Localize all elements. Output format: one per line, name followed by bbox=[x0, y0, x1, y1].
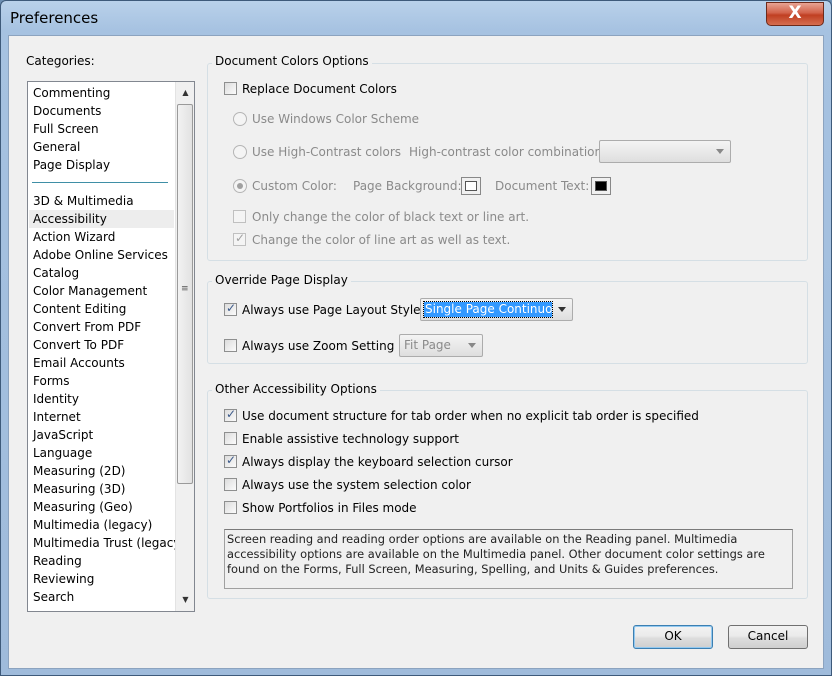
document-text-color bbox=[595, 181, 607, 191]
categories-label: Categories: bbox=[26, 54, 95, 68]
hc-combination-select bbox=[599, 140, 731, 163]
only-black-label: Only change the color of black text or l… bbox=[252, 210, 530, 224]
title-bar[interactable]: Preferences X bbox=[1, 1, 831, 35]
document-text-swatch bbox=[591, 177, 611, 195]
custom-color-label: Custom Color: bbox=[252, 179, 337, 193]
zoom-setting-value: Fit Page bbox=[404, 338, 451, 352]
list-item[interactable]: Documents bbox=[29, 102, 174, 120]
override-page-display-title: Override Page Display bbox=[212, 273, 351, 287]
system-selection-color-label[interactable]: Always use the system selection color bbox=[242, 478, 471, 492]
list-separator bbox=[32, 182, 168, 183]
list-item[interactable]: Catalog bbox=[29, 264, 174, 282]
list-item[interactable]: Forms bbox=[29, 372, 174, 390]
list-item[interactable]: Convert From PDF bbox=[29, 318, 174, 336]
keyboard-cursor-label[interactable]: Always display the keyboard selection cu… bbox=[242, 455, 513, 469]
window-title: Preferences bbox=[10, 9, 99, 27]
list-item[interactable]: JavaScript bbox=[29, 426, 174, 444]
cancel-button[interactable]: Cancel bbox=[728, 625, 808, 649]
list-item[interactable]: Internet bbox=[29, 408, 174, 426]
list-item[interactable]: Content Editing bbox=[29, 300, 174, 318]
chevron-down-icon bbox=[558, 307, 566, 312]
use-high-contrast-label: Use High-Contrast colors bbox=[252, 145, 402, 159]
list-item[interactable]: Measuring (3D) bbox=[29, 480, 174, 498]
document-text-label: Document Text: bbox=[495, 179, 590, 193]
list-item[interactable]: General bbox=[29, 138, 174, 156]
use-windows-color-radio bbox=[233, 112, 247, 126]
list-item[interactable]: 3D & Multimedia bbox=[29, 192, 174, 210]
portfolios-files-mode-label[interactable]: Show Portfolios in Files mode bbox=[242, 501, 417, 515]
list-item[interactable]: Convert To PDF bbox=[29, 336, 174, 354]
page-background-label: Page Background: bbox=[353, 179, 462, 193]
list-item[interactable]: Full Screen bbox=[29, 120, 174, 138]
zoom-setting-checkbox[interactable] bbox=[224, 339, 237, 352]
close-icon: X bbox=[788, 3, 802, 23]
list-item[interactable]: Measuring (Geo) bbox=[29, 498, 174, 516]
list-item[interactable]: Multimedia (legacy) bbox=[29, 516, 174, 534]
close-button[interactable]: X bbox=[766, 2, 824, 26]
page-layout-select[interactable]: Single Page Continuous bbox=[420, 298, 573, 321]
list-item[interactable]: Adobe Online Services bbox=[29, 246, 174, 264]
categories-scrollbar[interactable]: ▲ ≡ ▼ bbox=[175, 82, 194, 611]
list-item[interactable]: Reading bbox=[29, 552, 174, 570]
portfolios-files-mode-checkbox[interactable] bbox=[224, 501, 237, 514]
list-item[interactable]: Measuring (2D) bbox=[29, 462, 174, 480]
chevron-down-icon bbox=[716, 149, 724, 154]
use-high-contrast-radio bbox=[233, 145, 247, 159]
page-layout-checkbox[interactable] bbox=[224, 301, 237, 316]
zoom-setting-label[interactable]: Always use Zoom Setting bbox=[242, 339, 394, 353]
assistive-technology-checkbox[interactable] bbox=[224, 432, 237, 445]
list-item[interactable]: Action Wizard bbox=[29, 228, 174, 246]
dialog-client-area: Categories: Commenting Documents Full Sc… bbox=[8, 35, 824, 669]
only-black-checkbox bbox=[233, 210, 246, 223]
zoom-setting-select: Fit Page bbox=[399, 334, 483, 357]
hc-combination-label: High-contrast color combination: bbox=[409, 145, 607, 159]
other-accessibility-title: Other Accessibility Options bbox=[212, 382, 380, 396]
system-selection-color-checkbox[interactable] bbox=[224, 478, 237, 491]
scroll-down-arrow-icon[interactable]: ▼ bbox=[176, 591, 194, 608]
page-background-swatch bbox=[461, 177, 481, 195]
tab-order-checkbox[interactable] bbox=[224, 407, 237, 422]
list-item[interactable]: Reviewing bbox=[29, 570, 174, 588]
line-art-checkbox bbox=[233, 231, 246, 246]
use-windows-color-label: Use Windows Color Scheme bbox=[252, 112, 420, 126]
categories-list[interactable]: Commenting Documents Full Screen General… bbox=[27, 81, 195, 612]
list-item[interactable]: Color Management bbox=[29, 282, 174, 300]
list-item[interactable]: Language bbox=[29, 444, 174, 462]
list-item[interactable]: Search bbox=[29, 588, 174, 606]
list-item[interactable]: Commenting bbox=[29, 84, 174, 102]
ok-button[interactable]: OK bbox=[633, 625, 713, 649]
list-item[interactable]: Page Display bbox=[29, 156, 174, 174]
page-layout-label[interactable]: Always use Page Layout Style bbox=[242, 303, 421, 317]
hc-combination-value bbox=[603, 144, 605, 159]
replace-document-colors-checkbox[interactable] bbox=[224, 82, 237, 95]
accessibility-note: Screen reading and reading order options… bbox=[224, 529, 793, 589]
assistive-technology-label[interactable]: Enable assistive technology support bbox=[242, 432, 459, 446]
scroll-thumb[interactable]: ≡ bbox=[177, 104, 193, 484]
page-layout-value: Single Page Continuous bbox=[423, 301, 553, 318]
preferences-window: Preferences X Categories: Commenting Doc… bbox=[0, 0, 832, 676]
tab-order-label[interactable]: Use document structure for tab order whe… bbox=[242, 409, 699, 423]
scroll-up-arrow-icon[interactable]: ▲ bbox=[176, 84, 194, 101]
list-item[interactable]: Email Accounts bbox=[29, 354, 174, 372]
replace-document-colors-label[interactable]: Replace Document Colors bbox=[242, 82, 397, 96]
line-art-label: Change the color of line art as well as … bbox=[252, 233, 511, 247]
page-background-color bbox=[465, 181, 477, 191]
list-item-selected[interactable]: Accessibility bbox=[29, 210, 174, 228]
document-colors-title: Document Colors Options bbox=[212, 54, 372, 68]
list-item[interactable]: Multimedia Trust (legacy) bbox=[29, 534, 185, 552]
grip-icon: ≡ bbox=[181, 284, 189, 294]
custom-color-radio bbox=[233, 179, 247, 193]
keyboard-cursor-checkbox[interactable] bbox=[224, 453, 237, 468]
list-item[interactable]: Identity bbox=[29, 390, 174, 408]
chevron-down-icon bbox=[468, 343, 476, 348]
